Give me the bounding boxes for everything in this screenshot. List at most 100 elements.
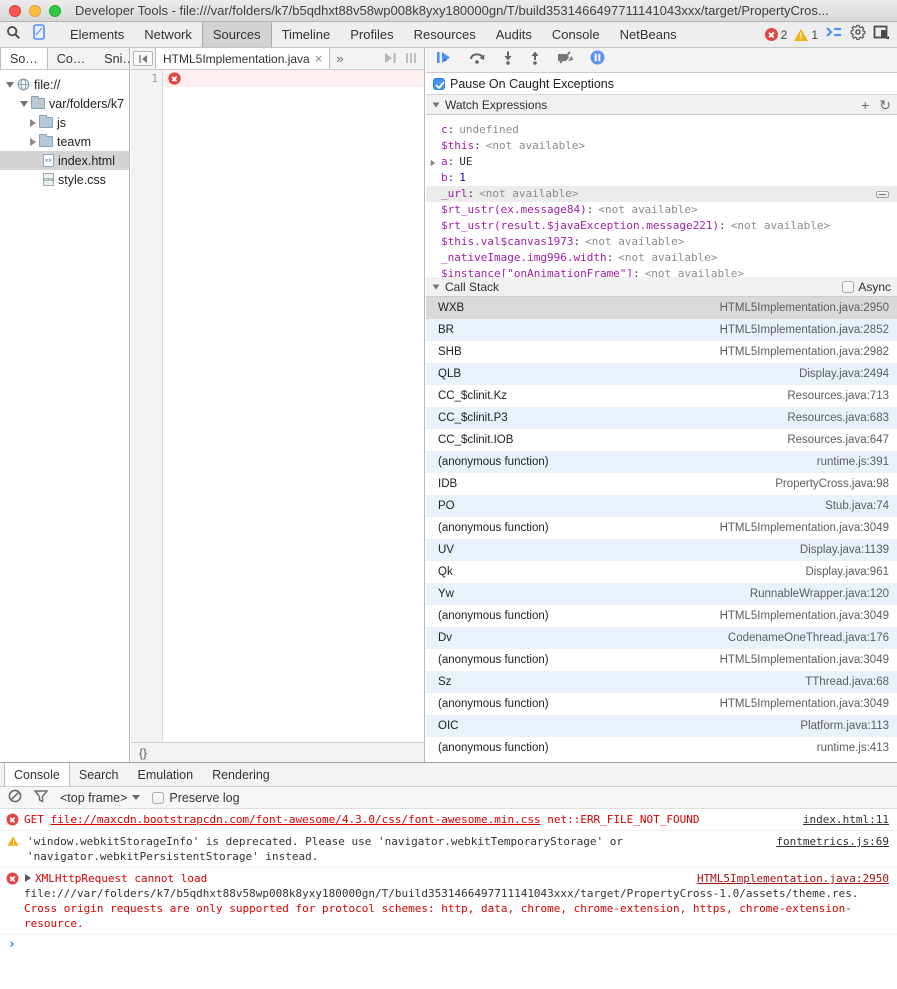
call-stack-frame[interactable]: BR HTML5Implementation.java:2852 <box>426 319 897 341</box>
frame-source-location[interactable]: Stub.java:74 <box>825 500 889 512</box>
expand-watch-icon[interactable] <box>431 160 436 166</box>
call-stack-frame[interactable]: UV Display.java:1139 <box>426 539 897 561</box>
toggle-drawer-button[interactable] <box>825 25 843 44</box>
panel-tab[interactable]: Console <box>542 22 610 47</box>
call-stack-frame[interactable]: PO Stub.java:74 <box>426 495 897 517</box>
call-stack-frame[interactable]: (anonymous function) runtime.js:413 <box>426 737 897 759</box>
call-stack-frame[interactable]: (anonymous function) HTML5Implementation… <box>426 517 897 539</box>
frame-source-location[interactable]: TThread.java:68 <box>805 676 889 688</box>
panel-tab[interactable]: NetBeans <box>610 22 687 47</box>
clear-console-button[interactable] <box>8 789 22 806</box>
call-stack-frame[interactable]: CC_$clinit.P3 Resources.java:683 <box>426 407 897 429</box>
tree-item-var-folders[interactable]: var/folders/k7 <box>0 94 129 113</box>
run-snippet-icon[interactable] <box>384 50 398 68</box>
console-warning-message[interactable]: 'window.webkitStorageInfo' is deprecated… <box>0 831 897 868</box>
frame-source-location[interactable]: HTML5Implementation.java:3049 <box>720 654 889 666</box>
call-stack-frame[interactable]: Dv CodenameOneThread.java:176 <box>426 627 897 649</box>
console-xhr-error-message[interactable]: XMLHttpRequest cannot load HTML5Implemen… <box>0 868 897 935</box>
panes-toggle-icon[interactable] <box>406 50 418 68</box>
close-window-button[interactable] <box>9 5 21 17</box>
frame-source-location[interactable]: Resources.java:683 <box>787 412 889 424</box>
tree-item-index-html[interactable]: <> index.html <box>0 151 129 170</box>
refresh-watch-button[interactable]: ↻ <box>879 98 891 112</box>
drawer-tab[interactable]: Console <box>4 763 70 786</box>
call-stack-frame[interactable]: (anonymous function) HTML5Implementation… <box>426 649 897 671</box>
error-count-badge[interactable]: 2 <box>765 28 788 42</box>
expand-message-icon[interactable] <box>25 874 31 882</box>
watch-item[interactable]: $this.val$canvas1973: <not available> <box>426 234 897 250</box>
tab-overflow-button[interactable]: » <box>330 48 349 69</box>
watch-item[interactable]: _url: <not available> <box>426 186 897 202</box>
warning-count-badge[interactable]: 1 <box>794 28 818 42</box>
call-stack-frame[interactable]: Yw RunnableWrapper.java:120 <box>426 583 897 605</box>
tree-item-teavm[interactable]: teavm <box>0 132 129 151</box>
section-collapse-icon[interactable] <box>433 102 440 107</box>
settings-button[interactable] <box>850 24 866 45</box>
call-stack-frame[interactable]: OIC Platform.java:113 <box>426 715 897 737</box>
call-stack-frame[interactable]: (anonymous function) HTML5Implementation… <box>426 693 897 715</box>
section-collapse-icon[interactable] <box>433 284 440 289</box>
console-prompt[interactable]: › <box>0 935 897 954</box>
editor-file-tab[interactable]: HTML5Implementation.java × <box>155 48 330 69</box>
deactivate-breakpoints-button[interactable] <box>557 51 573 69</box>
call-stack-frame[interactable]: SHB HTML5Implementation.java:2982 <box>426 341 897 363</box>
watch-item[interactable]: $rt_ustr(ex.message84): <not available> <box>426 202 897 218</box>
panel-tab[interactable]: Elements <box>60 22 134 47</box>
failed-resource-link[interactable]: file://maxcdn.bootstrapcdn.com/font-awes… <box>51 813 541 826</box>
frame-source-location[interactable]: runtime.js:391 <box>817 456 889 468</box>
async-checkbox[interactable] <box>842 281 854 293</box>
frame-context-selector[interactable]: <top frame> <box>60 791 140 805</box>
tree-item-file-root[interactable]: file:// <box>0 75 129 94</box>
frame-source-location[interactable]: runtime.js:413 <box>817 742 889 754</box>
dock-side-button[interactable] <box>873 25 889 44</box>
frame-source-location[interactable]: CodenameOneThread.java:176 <box>728 632 889 644</box>
drawer-tab[interactable]: Search <box>70 763 129 786</box>
frame-source-location[interactable]: Display.java:2494 <box>799 368 889 380</box>
frame-source-location[interactable]: Display.java:961 <box>805 566 889 578</box>
panel-tab[interactable]: Audits <box>486 22 542 47</box>
remove-watch-button[interactable] <box>876 191 889 198</box>
call-stack-frame[interactable]: IDB PropertyCross.java:98 <box>426 473 897 495</box>
watch-expressions-header[interactable]: Watch Expressions + ↻ <box>426 95 897 115</box>
preserve-log-group[interactable]: Preserve log <box>152 791 239 805</box>
call-stack-header[interactable]: Call Stack Async <box>426 277 897 297</box>
frame-source-location[interactable]: HTML5Implementation.java:2950 <box>720 302 889 314</box>
frame-source-location[interactable]: Resources.java:647 <box>787 434 889 446</box>
frame-source-location[interactable]: HTML5Implementation.java:3049 <box>720 610 889 622</box>
panel-tab[interactable]: Timeline <box>272 22 341 47</box>
async-checkbox-group[interactable]: Async <box>842 280 891 294</box>
step-over-button[interactable] <box>469 51 486 69</box>
drawer-tab[interactable]: Rendering <box>203 763 280 786</box>
call-stack-frame[interactable]: Sz TThread.java:68 <box>426 671 897 693</box>
code-area[interactable]: 1 <box>131 70 424 742</box>
call-stack-frame[interactable]: (anonymous function) HTML5Implementation… <box>426 605 897 627</box>
expanded-arrow-icon[interactable] <box>20 101 28 107</box>
step-into-button[interactable] <box>503 51 513 70</box>
watch-item[interactable]: $this: <not available> <box>426 138 897 154</box>
error-line[interactable] <box>163 70 424 87</box>
minimize-window-button[interactable] <box>29 5 41 17</box>
preserve-log-checkbox[interactable] <box>152 792 164 804</box>
watch-item[interactable]: a: UE <box>426 154 897 170</box>
collapsed-arrow-icon[interactable] <box>30 138 36 146</box>
tree-item-style-css[interactable]: css style.css <box>0 170 129 189</box>
frame-source-location[interactable]: HTML5Implementation.java:3049 <box>720 698 889 710</box>
frame-source-location[interactable]: Display.java:1139 <box>800 544 889 556</box>
frame-source-location[interactable]: HTML5Implementation.java:2852 <box>720 324 889 336</box>
device-mode-button[interactable] <box>26 22 52 47</box>
call-stack-frame[interactable]: QLB Display.java:2494 <box>426 363 897 385</box>
panel-tab[interactable]: Network <box>134 22 202 47</box>
frame-source-location[interactable]: HTML5Implementation.java:3049 <box>720 522 889 534</box>
watch-item[interactable]: $instance["onAnimationFrame"]: <not avai… <box>426 266 897 277</box>
filter-button[interactable] <box>34 790 48 806</box>
expanded-arrow-icon[interactable] <box>6 82 14 88</box>
panel-tab[interactable]: Resources <box>404 22 486 47</box>
panel-tab[interactable]: Profiles <box>340 22 403 47</box>
navigator-tab[interactable]: Co… <box>48 48 95 69</box>
drawer-tab[interactable]: Emulation <box>128 763 203 786</box>
zoom-window-button[interactable] <box>49 5 61 17</box>
message-source-link[interactable]: index.html:11 <box>791 812 889 827</box>
call-stack-frame[interactable]: CC_$clinit.IOB Resources.java:647 <box>426 429 897 451</box>
resume-button[interactable] <box>436 51 452 69</box>
watch-item[interactable]: $rt_ustr(result.$javaException.message22… <box>426 218 897 234</box>
